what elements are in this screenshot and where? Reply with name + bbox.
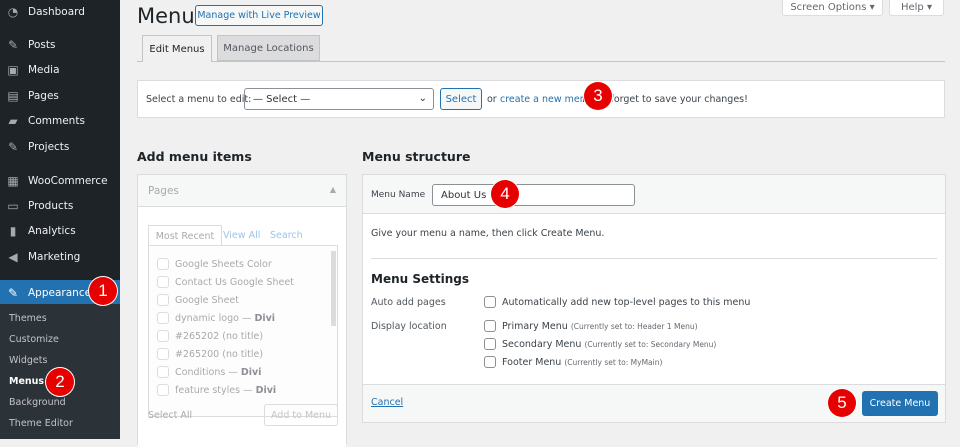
submenu-item-theme-editor[interactable]: Theme Editor xyxy=(9,418,73,429)
caret-down-icon: ▾ xyxy=(869,2,875,13)
page-list-item[interactable]: Google Sheet xyxy=(157,294,239,306)
scrollbar[interactable] xyxy=(331,251,336,326)
checkbox[interactable] xyxy=(157,366,169,378)
tab-view-all[interactable]: View All xyxy=(223,230,260,241)
step-badge-5: 5 xyxy=(828,389,856,417)
checkbox[interactable] xyxy=(484,320,496,332)
archive-icon: ▭ xyxy=(7,199,19,213)
checkbox[interactable] xyxy=(157,258,169,270)
page-list-item[interactable]: #265202 (no title) xyxy=(157,330,263,342)
sidebar-item-comments[interactable]: ▰ Comments xyxy=(0,109,120,133)
checkbox[interactable] xyxy=(157,276,169,288)
select-button[interactable]: Select xyxy=(440,88,482,110)
sidebar-item-analytics[interactable]: ▮ Analytics xyxy=(0,219,120,243)
media-icon: ▣ xyxy=(7,63,19,77)
sidebar-item-marketing[interactable]: ◀ Marketing xyxy=(0,245,120,269)
page-list-item[interactable]: Contact Us Google Sheet xyxy=(157,276,294,288)
menu-name-input[interactable]: About Us xyxy=(432,184,635,206)
submenu-item-background[interactable]: Background xyxy=(9,397,66,408)
page-list-item[interactable]: Google Sheets Color xyxy=(157,258,272,270)
woocommerce-icon: ▦ xyxy=(7,174,19,188)
page-list-item[interactable]: feature styles — Divi xyxy=(157,384,276,396)
menu-structure-heading: Menu structure xyxy=(362,149,471,164)
select-menu-bar: Select a menu to edit: — Select — ⌄ Selec… xyxy=(137,80,945,118)
auto-add-pages-checkbox[interactable]: Automatically add new top-level pages to… xyxy=(484,296,750,308)
chevron-down-icon: ⌄ xyxy=(418,93,427,104)
pages-icon: ▤ xyxy=(7,89,19,103)
step-badge-1: 1 xyxy=(89,277,117,305)
menu-select-dropdown[interactable]: — Select — ⌄ xyxy=(244,88,434,110)
checkbox[interactable] xyxy=(157,348,169,360)
menu-structure-panel: Menu Name About Us Give your menu a name… xyxy=(362,174,946,423)
submenu-item-widgets[interactable]: Widgets xyxy=(9,355,47,366)
sidebar-item-products[interactable]: ▭ Products xyxy=(0,194,120,218)
checkbox[interactable] xyxy=(157,294,169,306)
submenu-item-themes[interactable]: Themes xyxy=(9,313,47,324)
sidebar-item-media[interactable]: ▣ Media xyxy=(0,58,120,82)
location-footer-menu[interactable]: Footer Menu (Currently set to: MyMain) xyxy=(484,356,662,368)
step-badge-2: 2 xyxy=(46,368,74,396)
tab-manage-locations[interactable]: Manage Locations xyxy=(217,35,320,61)
page-list-item[interactable]: #265200 (no title) xyxy=(157,348,263,360)
tab-most-recent[interactable]: Most Recent xyxy=(148,225,222,246)
sidebar-item-woocommerce[interactable]: ▦ WooCommerce xyxy=(0,169,120,193)
collapse-arrow-icon: ▲ xyxy=(329,185,336,194)
submenu-item-customize[interactable]: Customize xyxy=(9,334,59,345)
caret-down-icon: ▾ xyxy=(926,2,933,13)
checkbox[interactable] xyxy=(484,296,496,308)
location-secondary-menu[interactable]: Secondary Menu (Currently set to: Second… xyxy=(484,338,716,350)
brush-icon: ✎ xyxy=(7,285,19,300)
pages-accordion: Pages ▲ Most Recent View All Search Googl… xyxy=(137,174,347,447)
chart-icon: ▮ xyxy=(9,224,17,238)
submenu-item-menus[interactable]: Menus xyxy=(9,376,44,387)
tab-edit-menus[interactable]: Edit Menus xyxy=(142,35,212,62)
pin-icon: ✎ xyxy=(7,140,19,154)
step-badge-4: 4 xyxy=(491,180,519,208)
page-list-item[interactable]: dynamic logo — Divi xyxy=(157,312,275,324)
checkbox[interactable] xyxy=(484,356,496,368)
select-all-link[interactable]: Select All xyxy=(148,410,192,421)
dashboard-icon: ◔ xyxy=(7,5,19,19)
checkbox[interactable] xyxy=(484,338,496,350)
tab-search[interactable]: Search xyxy=(270,230,303,241)
checkbox[interactable] xyxy=(157,330,169,342)
sidebar-item-projects[interactable]: ✎ Projects xyxy=(0,135,120,159)
step-badge-3: 3 xyxy=(584,82,612,110)
pages-section-header[interactable]: Pages ▲ xyxy=(138,175,346,207)
comment-icon: ▰ xyxy=(8,114,18,128)
pages-list: Google Sheets Color Contact Us Google She… xyxy=(148,245,338,417)
page-list-item[interactable]: Conditions — Divi xyxy=(157,366,261,378)
add-menu-items-heading: Add menu items xyxy=(137,149,252,164)
cancel-link[interactable]: Cancel xyxy=(371,397,403,408)
add-to-menu-button[interactable]: Add to Menu xyxy=(264,404,338,426)
screen-options-button[interactable]: Screen Options ▾ xyxy=(782,0,883,16)
pin-icon: ✎ xyxy=(7,38,19,52)
checkbox[interactable] xyxy=(157,312,169,324)
live-preview-button[interactable]: Manage with Live Preview xyxy=(195,5,323,26)
create-menu-button[interactable]: Create Menu xyxy=(862,391,938,416)
location-primary-menu[interactable]: Primary Menu (Currently set to: Header 1… xyxy=(484,320,698,332)
sidebar-item-dashboard[interactable]: ◔ Dashboard xyxy=(0,0,120,24)
tabs-divider xyxy=(137,61,945,62)
sidebar-item-posts[interactable]: ✎ Posts xyxy=(0,33,120,57)
checkbox[interactable] xyxy=(157,384,169,396)
megaphone-icon: ◀ xyxy=(8,250,18,264)
sidebar-item-pages[interactable]: ▤ Pages xyxy=(0,84,120,108)
create-new-menu-link[interactable]: create a new menu. xyxy=(500,94,595,105)
help-button[interactable]: Help ▾ xyxy=(889,0,944,16)
